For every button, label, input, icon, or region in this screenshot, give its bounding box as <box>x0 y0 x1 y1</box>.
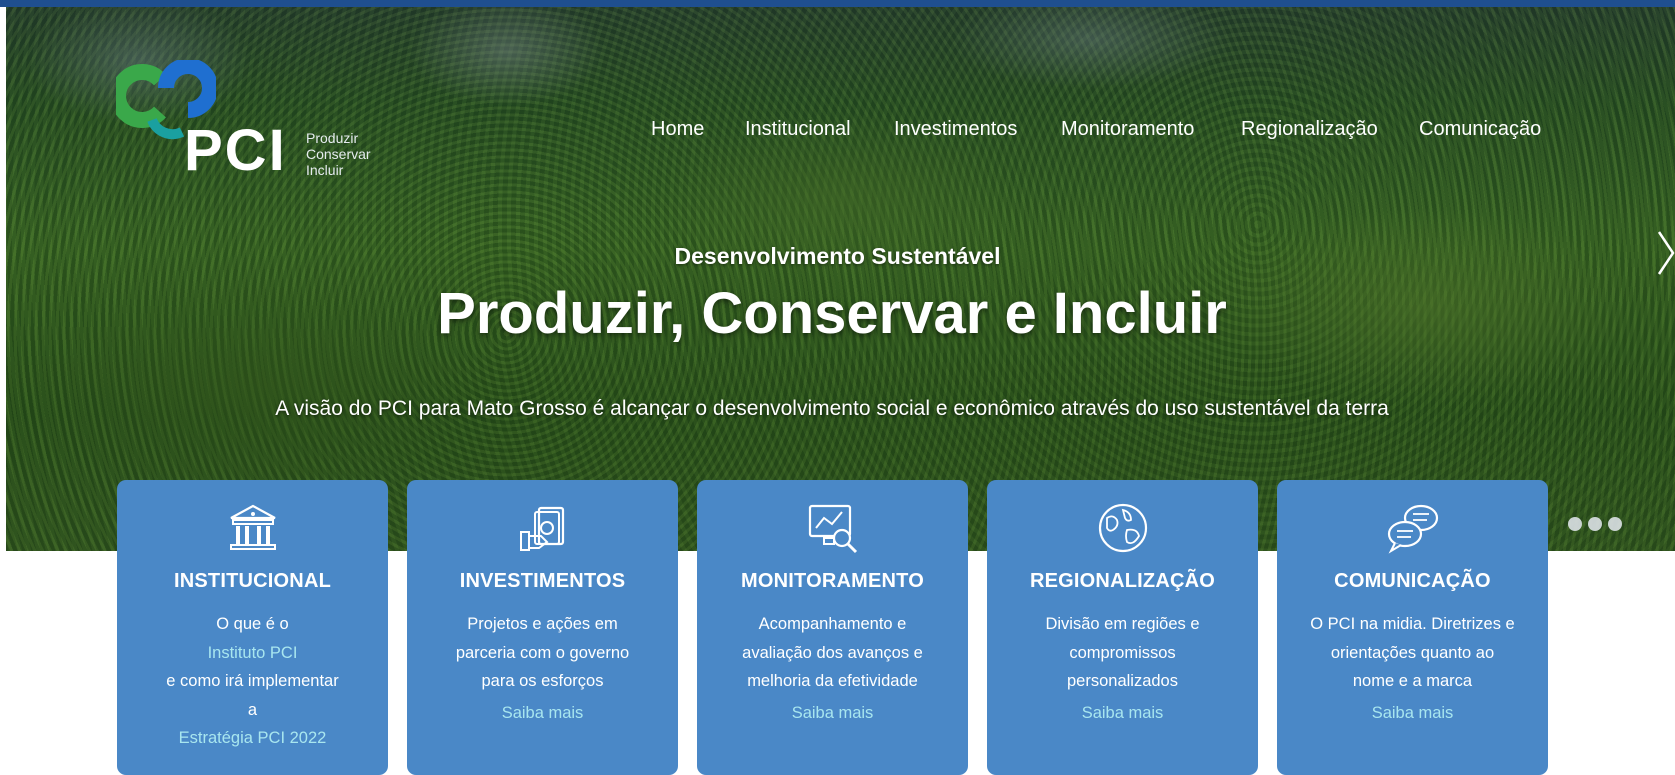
card-description: Divisão em regiões e compromissos person… <box>987 610 1258 727</box>
chat-bubbles-icon <box>1387 504 1438 554</box>
saiba-mais-link[interactable]: Saiba mais <box>1277 699 1548 728</box>
carousel-next-arrow-icon[interactable] <box>1657 228 1675 278</box>
card-icon-wrap <box>987 502 1258 558</box>
hero-title: Produzir, Conservar e Incluir <box>437 281 1227 346</box>
monitor-magnifier-icon <box>808 504 857 554</box>
card-icon-wrap <box>407 502 678 558</box>
instituto-pci-link[interactable]: Instituto PCI <box>117 639 388 668</box>
nav-item-comunicacao[interactable]: Comunicação <box>1419 118 1541 141</box>
globe-icon <box>1098 503 1147 553</box>
card-text-line: O PCI na midia. Diretrizes e <box>1310 615 1515 633</box>
hero-description: A visão do PCI para Mato Grosso é alcanç… <box>275 397 1389 420</box>
card-description: O PCI na midia. Diretrizes e orientações… <box>1277 610 1548 727</box>
nav-item-home[interactable]: Home <box>651 118 704 141</box>
saiba-mais-link[interactable]: Saiba mais <box>407 699 678 728</box>
card-title: COMUNICAÇÃO <box>1334 570 1491 592</box>
logo-tagline-line: Conservar <box>306 146 371 162</box>
card-icon-wrap <box>697 502 968 558</box>
card-text-line: orientações quanto ao <box>1330 643 1495 662</box>
card-text-line: nome e a marca <box>1352 672 1473 690</box>
card-text-line: avaliação dos avanços e <box>742 643 923 662</box>
feature-cards: INSTITUCIONAL O que é o Instituto PCI e … <box>0 480 1675 775</box>
card-text-line: para os esforços <box>481 672 604 690</box>
card-text-line: personalizados <box>1067 672 1178 690</box>
card-title: INVESTIMENTOS <box>459 570 626 592</box>
logo-tagline: Produzir Conservar Incluir <box>306 130 371 178</box>
money-hand-icon <box>519 506 564 551</box>
card-investimentos[interactable]: INVESTIMENTOS Projetos e ações em parcer… <box>407 480 678 775</box>
nav-item-investimentos[interactable]: Investimentos <box>894 118 1017 141</box>
card-text-line: e como irá implementar <box>166 672 339 690</box>
logo-tagline-line: Produzir <box>306 130 359 146</box>
card-text-line: parceria com o governo <box>455 643 630 662</box>
card-comunicacao[interactable]: COMUNICAÇÃO O PCI na midia. Diretrizes e… <box>1277 480 1548 775</box>
card-icon-wrap <box>117 502 388 558</box>
nav-item-regionalizacao[interactable]: Regionalização <box>1241 118 1378 141</box>
bank-building-icon <box>229 504 276 550</box>
card-description: Acompanhamento e avaliação dos avanços e… <box>697 610 968 727</box>
card-monitoramento[interactable]: MONITORAMENTO Acompanhamento e avaliação… <box>697 480 968 775</box>
logo-letters: PCI <box>184 118 287 183</box>
card-institucional[interactable]: INSTITUCIONAL O que é o Instituto PCI e … <box>117 480 388 775</box>
card-text-line: a <box>247 700 258 719</box>
card-description: Projetos e ações em parceria com o gover… <box>407 610 678 727</box>
card-text-line: melhoria da efetividade <box>747 672 918 690</box>
nav-item-monitoramento[interactable]: Monitoramento <box>1061 118 1194 141</box>
card-text-line: Divisão em regiões e <box>1045 615 1200 633</box>
card-text-line: Projetos e ações em <box>467 615 618 633</box>
estrategia-pci-link[interactable]: Estratégia PCI 2022 <box>117 724 388 753</box>
saiba-mais-link[interactable]: Saiba mais <box>987 699 1258 728</box>
card-title: INSTITUCIONAL <box>173 570 332 592</box>
saiba-mais-link[interactable]: Saiba mais <box>697 699 968 728</box>
card-text-line: O que é o <box>216 615 289 633</box>
card-text-line: compromissos <box>1069 643 1176 662</box>
top-bar <box>0 0 1675 7</box>
card-title: REGIONALIZAÇÃO <box>1029 570 1216 592</box>
pci-logo[interactable]: PCI Produzir Conservar Incluir <box>116 60 386 190</box>
card-regionalizacao[interactable]: REGIONALIZAÇÃO Divisão em regiões e comp… <box>987 480 1258 775</box>
card-description: O que é o Instituto PCI e como irá imple… <box>117 610 388 753</box>
logo-tagline-line: Incluir <box>306 162 344 178</box>
card-icon-wrap <box>1277 502 1548 558</box>
hero-subtitle: Desenvolvimento Sustentável <box>674 243 1001 269</box>
nav-item-institucional[interactable]: Institucional <box>745 118 851 141</box>
card-text-line: Acompanhamento e <box>758 615 907 633</box>
card-title: MONITORAMENTO <box>741 570 924 592</box>
